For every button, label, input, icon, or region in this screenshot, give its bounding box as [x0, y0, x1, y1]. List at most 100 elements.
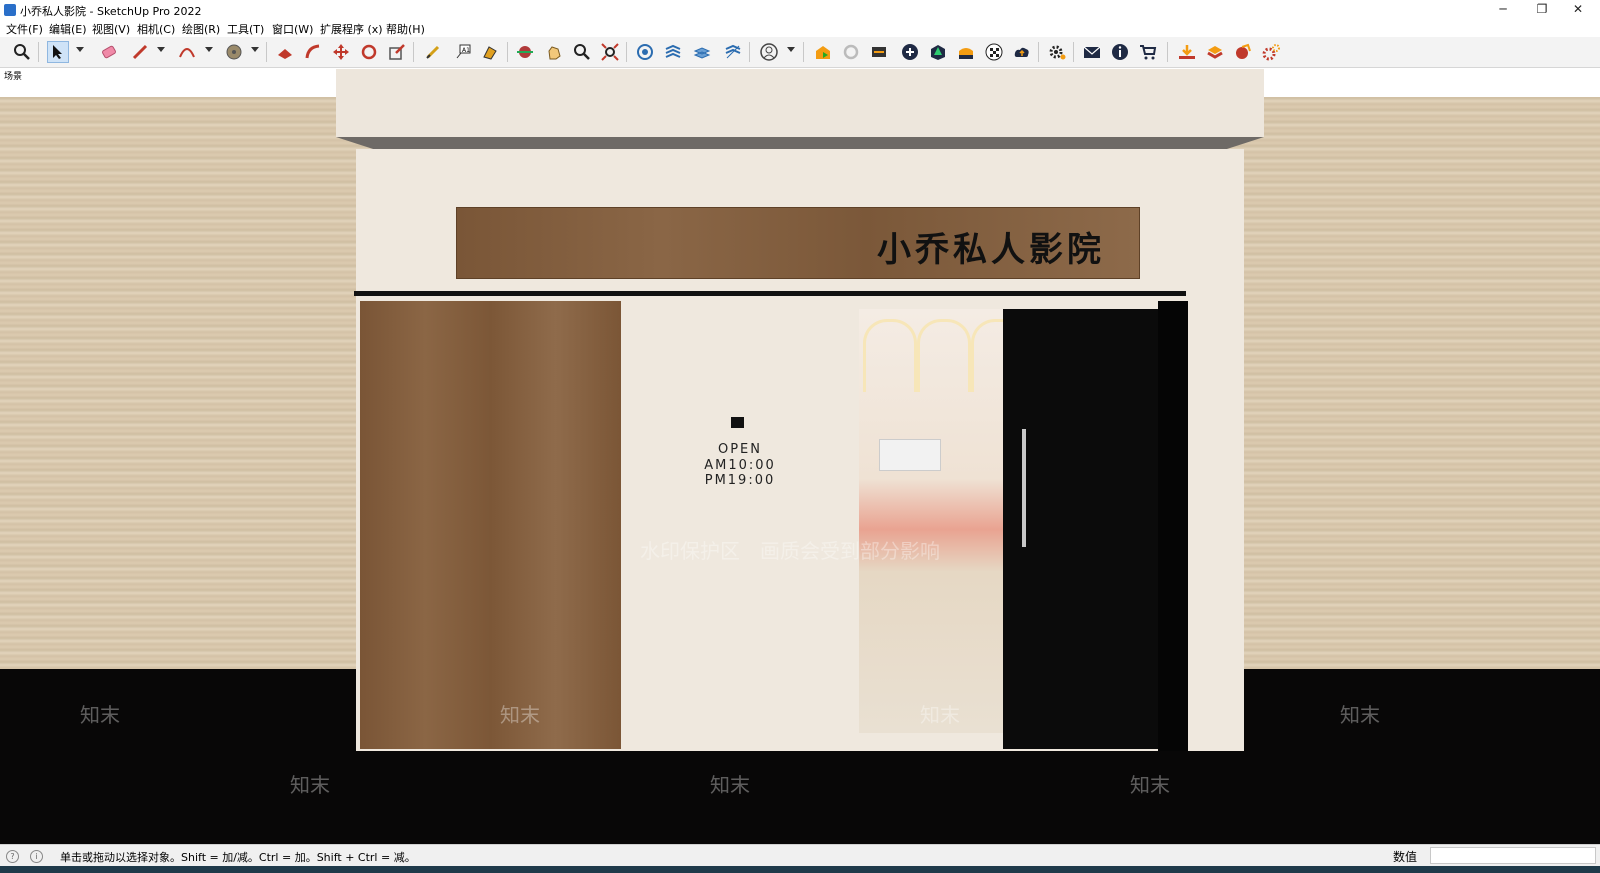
zoom-extents-icon[interactable]	[599, 41, 621, 63]
cornice-shadow	[336, 137, 1264, 149]
watermark-brand: 知末	[1340, 703, 1380, 727]
sketchup-app-icon	[4, 4, 16, 16]
door-handle	[1022, 429, 1026, 547]
tape-measure-icon[interactable]	[422, 41, 444, 63]
ceiling-arch	[863, 319, 917, 392]
pencil-dropdown-icon[interactable]	[157, 47, 165, 52]
info-icon[interactable]	[1109, 41, 1131, 63]
scene-tab[interactable]: 场景	[4, 69, 22, 82]
move-icon[interactable]	[330, 41, 352, 63]
interior-view	[859, 309, 1003, 733]
model-viewport[interactable]: 小乔私人影院 OPEN AM10:00 PM19:00 水印保护区 画质会受到部…	[0, 69, 1600, 844]
os-taskbar	[0, 866, 1600, 873]
cloud-upload-icon[interactable]	[1011, 41, 1033, 63]
menu-file[interactable]: 文件(F)	[6, 21, 43, 37]
shop-signboard: 小乔私人影院	[456, 207, 1140, 279]
opening-hours-panel: OPEN AM10:00 PM19:00	[621, 309, 859, 739]
wood-wall-panel	[360, 301, 621, 749]
tree-icon[interactable]	[927, 41, 949, 63]
scene-icon[interactable]	[722, 41, 744, 63]
toolbar-separator	[803, 42, 804, 62]
transfer-icon[interactable]	[868, 41, 890, 63]
menu-draw[interactable]: 绘图(R)	[182, 21, 220, 37]
zoom-icon[interactable]	[11, 41, 33, 63]
pencil-icon[interactable]	[129, 41, 151, 63]
extension-icon[interactable]	[1204, 41, 1226, 63]
sync-icon[interactable]	[840, 41, 862, 63]
menu-help[interactable]: 帮助(H)	[386, 21, 425, 37]
warehouse-icon[interactable]	[812, 41, 834, 63]
select-icon[interactable]	[47, 41, 69, 63]
open-label: OPEN	[717, 442, 762, 457]
menu-edit[interactable]: 编辑(E)	[49, 21, 87, 37]
arc-dropdown-icon[interactable]	[205, 47, 213, 52]
section-plane-icon[interactable]	[514, 41, 536, 63]
ceiling-arch	[917, 319, 971, 392]
close-button[interactable]: ✕	[1556, 0, 1600, 20]
watermark-brand: 知末	[500, 703, 540, 727]
watermark-brand: 知末	[920, 703, 960, 727]
cart-icon[interactable]	[1137, 41, 1159, 63]
toolbar-separator	[749, 42, 750, 62]
watermark-brand: 知末	[80, 703, 120, 727]
sign-marker	[731, 417, 744, 428]
glass-door	[1003, 309, 1158, 749]
layer-icon[interactable]	[662, 41, 684, 63]
push-pull-icon[interactable]	[274, 41, 296, 63]
mail-icon[interactable]	[1081, 41, 1103, 63]
profile-icon[interactable]	[758, 41, 780, 63]
paint-icon[interactable]	[479, 41, 501, 63]
am-hours: AM10:00	[704, 458, 776, 473]
shop-name: 小乔私人影院	[877, 230, 1105, 270]
menu-view[interactable]: 视图(V)	[92, 21, 130, 37]
component-icon[interactable]	[634, 41, 656, 63]
measurements-label: 数值	[1393, 850, 1418, 864]
instructor-icon[interactable]: i	[30, 850, 43, 863]
geolocation-icon[interactable]: ?	[6, 850, 19, 863]
profile-dropdown-icon[interactable]	[787, 47, 795, 52]
minimize-button[interactable]: ─	[1481, 0, 1525, 20]
ceiling-arch	[971, 319, 1003, 392]
title-bar: 小乔私人影院 - SketchUp Pro 2022 ─ ❐ ✕	[0, 0, 1600, 20]
select-dropdown-icon[interactable]	[76, 47, 84, 52]
toolbar-separator	[413, 42, 414, 62]
eraser-icon[interactable]	[98, 41, 120, 63]
door-frame	[1158, 301, 1188, 751]
watermark-brand: 知末	[710, 773, 750, 797]
scale-icon[interactable]	[386, 41, 408, 63]
settings-gear-icon[interactable]	[1046, 41, 1068, 63]
watermark-banner: 水印保护区 画质会受到部分影响	[640, 539, 940, 563]
material-icon[interactable]	[955, 41, 977, 63]
main-toolbar: A1	[0, 37, 1600, 68]
follow-me-icon[interactable]	[302, 41, 324, 63]
menu-camera[interactable]: 相机(C)	[137, 21, 175, 37]
toolbar-separator	[626, 42, 627, 62]
paint-bucket-icon[interactable]	[223, 41, 245, 63]
download-icon[interactable]	[1176, 41, 1198, 63]
window-title: 小乔私人影院 - SketchUp Pro 2022	[20, 5, 202, 18]
toolbar-separator	[1167, 42, 1168, 62]
zoom-window-icon[interactable]	[571, 41, 593, 63]
checker-icon[interactable]	[983, 41, 1005, 63]
paint-dropdown-icon[interactable]	[251, 47, 259, 52]
menu-window[interactable]: 窗口(W)	[272, 21, 313, 37]
pm-hours: PM19:00	[704, 473, 776, 488]
menu-bar: 文件(F) 编辑(E) 视图(V) 相机(C) 绘图(R) 工具(T) 窗口(W…	[0, 20, 1600, 37]
measurements-input[interactable]	[1430, 847, 1596, 864]
toolbar-separator	[38, 42, 39, 62]
menu-extensions[interactable]: 扩展程序 (x)	[320, 21, 383, 37]
menu-tools[interactable]: 工具(T)	[227, 21, 264, 37]
arc-icon[interactable]	[176, 41, 198, 63]
reception-counter	[879, 439, 941, 471]
render-icon[interactable]	[1232, 41, 1254, 63]
status-hint: 单击或拖动以选择对象。Shift = 加/减。Ctrl = 加。Shift + …	[60, 851, 416, 864]
hand-icon[interactable]	[543, 41, 565, 63]
text-icon[interactable]: A1	[452, 41, 474, 63]
rotate-icon[interactable]	[358, 41, 380, 63]
toolbar-separator	[266, 42, 267, 62]
add-icon[interactable]	[899, 41, 921, 63]
toolbar-separator	[507, 42, 508, 62]
style-icon[interactable]	[691, 41, 713, 63]
watermark-brand: 知末	[1130, 773, 1170, 797]
settings-icon[interactable]	[1260, 41, 1282, 63]
